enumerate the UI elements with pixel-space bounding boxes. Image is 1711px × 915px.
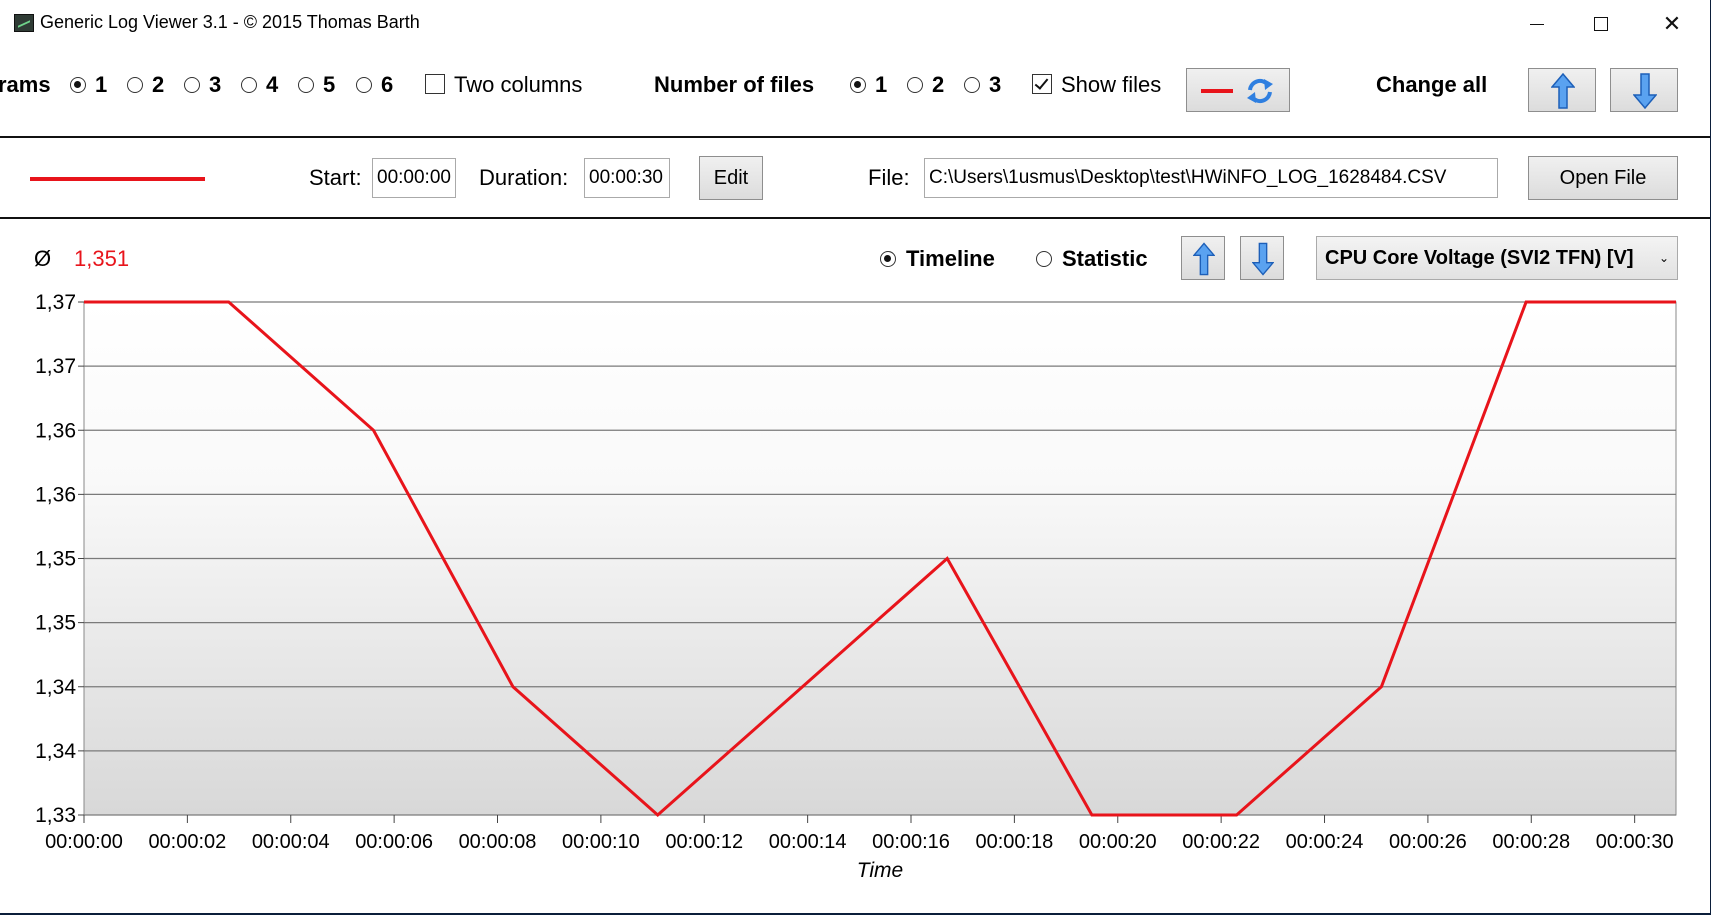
chevron-down-icon: ⌄	[1658, 251, 1669, 265]
diagrams-label: rams	[0, 72, 51, 97]
statistic-label: Statistic	[1062, 246, 1148, 271]
diagram-radio-6-label: 6	[381, 72, 394, 97]
two-columns-label: Two columns	[454, 72, 583, 97]
close-button[interactable]: ✕	[1648, 6, 1696, 42]
app-icon	[14, 14, 34, 32]
x-tick-label: 00:00:18	[975, 831, 1053, 853]
timeline-radio[interactable]	[880, 251, 896, 267]
move-down-all-button[interactable]	[1610, 68, 1678, 112]
statistic-radio[interactable]	[1036, 251, 1052, 267]
file-count-radio-1-label: 1	[875, 72, 888, 97]
diagram-radio-1[interactable]	[70, 77, 86, 93]
y-tick-label: 1,36	[35, 419, 76, 442]
start-label: Start:	[309, 165, 362, 190]
series-line-sample	[30, 177, 205, 181]
number-of-files-label: Number of files	[654, 72, 815, 97]
x-tick-label: 00:00:06	[355, 831, 433, 853]
y-tick-label: 1,34	[35, 740, 76, 763]
maximize-button[interactable]	[1578, 6, 1626, 42]
duration-label: Duration:	[479, 165, 569, 190]
average-symbol: Ø	[34, 246, 52, 271]
x-tick-label: 00:00:16	[872, 831, 950, 853]
move-diagram-down-button[interactable]	[1240, 236, 1284, 280]
edit-button[interactable]: Edit	[699, 156, 763, 200]
diagram-radio-4-label: 4	[266, 72, 279, 97]
timeline-label: Timeline	[906, 246, 995, 271]
window-title: Generic Log Viewer 3.1 - © 2015 Thomas B…	[40, 12, 420, 32]
y-tick-label: 1,35	[35, 612, 76, 635]
x-tick-label: 00:00:26	[1389, 831, 1467, 853]
y-tick-label: 1,35	[35, 548, 76, 571]
toolbar: rams 1 2 3 4 5 6 Two columns Number of f…	[0, 48, 1710, 136]
x-tick-label: 00:00:20	[1079, 831, 1157, 853]
diagram-radio-5[interactable]	[298, 77, 314, 93]
change-all-label: Change all	[1376, 72, 1488, 97]
line-color-swatch	[1201, 89, 1233, 93]
y-tick-label: 1,36	[35, 483, 76, 506]
open-file-button[interactable]: Open File	[1528, 156, 1678, 200]
title-bar: Generic Log Viewer 3.1 - © 2015 Thomas B…	[0, 0, 1710, 48]
x-tick-label: 00:00:30	[1596, 831, 1674, 853]
file-path-field[interactable]: C:\Users\1usmus\Desktop\test\HWiNFO_LOG_…	[924, 158, 1498, 198]
file-row: Start: 00:00:00 Duration: 00:00:30 Edit …	[0, 138, 1710, 218]
diagram-radio-6[interactable]	[356, 77, 372, 93]
average-value: 1,351	[74, 246, 130, 271]
file-count-radio-3-label: 3	[989, 72, 1002, 97]
y-tick-label: 1,33	[35, 804, 76, 827]
x-tick-label: 00:00:28	[1492, 831, 1570, 853]
timeline-chart: 1,37 1,37 1,36 1,36 1,35 1,35 1,34 1,34 1,33 00:…	[35, 291, 1677, 882]
file-row-divider	[0, 217, 1710, 219]
diagram-radio-4[interactable]	[241, 77, 257, 93]
sensor-select[interactable]: CPU Core Voltage (SVI2 TFN) [V] ⌄	[1316, 236, 1678, 280]
file-count-radio-2[interactable]	[907, 77, 923, 93]
start-field[interactable]: 00:00:00	[372, 158, 456, 198]
arrow-up-icon	[1551, 73, 1575, 109]
refresh-icon	[1247, 78, 1273, 104]
x-axis-label: Time	[857, 859, 903, 882]
file-label: File:	[868, 165, 910, 190]
file-count-radio-3[interactable]	[964, 77, 980, 93]
diagram-radio-2[interactable]	[127, 77, 143, 93]
move-diagram-up-button[interactable]	[1181, 236, 1225, 280]
color-refresh-button[interactable]	[1186, 68, 1290, 112]
diagram-radio-2-label: 2	[152, 72, 165, 97]
y-tick-label: 1,37	[35, 291, 76, 314]
x-tick-label: 00:00:08	[459, 831, 537, 853]
x-tick-label: 00:00:04	[252, 831, 330, 853]
y-tick-label: 1,34	[35, 676, 76, 699]
diagram-radio-3[interactable]	[184, 77, 200, 93]
minimize-button[interactable]	[1512, 6, 1560, 42]
y-tick-label: 1,37	[35, 355, 76, 378]
show-files-checkbox[interactable]	[1032, 74, 1052, 94]
show-files-label: Show files	[1061, 72, 1162, 97]
file-count-radio-2-label: 2	[932, 72, 945, 97]
diagram-radio-3-label: 3	[209, 72, 222, 97]
duration-field[interactable]: 00:00:30	[584, 158, 670, 198]
x-tick-label: 00:00:22	[1182, 831, 1260, 853]
x-tick-label: 00:00:10	[562, 831, 640, 853]
arrow-up-icon	[1193, 242, 1215, 276]
move-up-all-button[interactable]	[1528, 68, 1596, 112]
file-count-radio-1[interactable]	[850, 77, 866, 93]
x-tick-label: 00:00:24	[1286, 831, 1364, 853]
x-tick-label: 00:00:00	[45, 831, 123, 853]
sensor-select-value: CPU Core Voltage (SVI2 TFN) [V]	[1325, 247, 1634, 269]
diagram-radio-1-label: 1	[95, 72, 108, 97]
arrow-down-icon	[1252, 242, 1274, 276]
two-columns-checkbox[interactable]	[425, 74, 445, 94]
x-tick-label: 00:00:12	[665, 831, 743, 853]
x-tick-label: 00:00:02	[148, 831, 226, 853]
arrow-down-icon	[1633, 73, 1657, 109]
diagram-radio-5-label: 5	[323, 72, 336, 97]
x-tick-label: 00:00:14	[769, 831, 847, 853]
app-window: Generic Log Viewer 3.1 - © 2015 Thomas B…	[0, 0, 1710, 913]
